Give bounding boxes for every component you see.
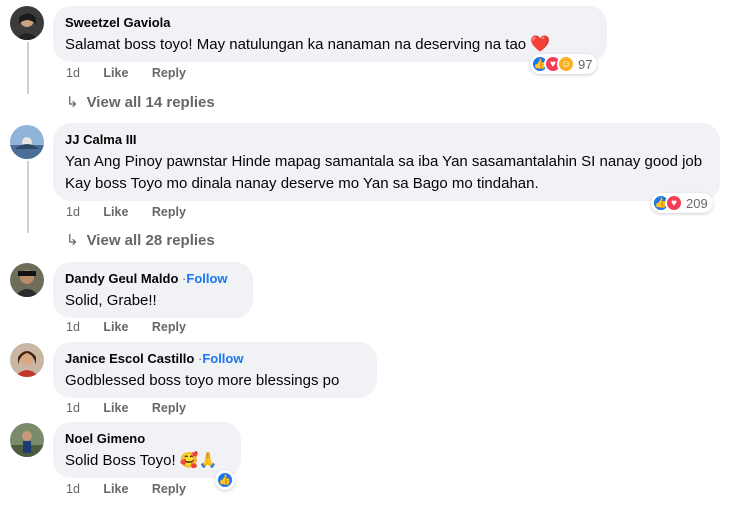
- view-replies-label: View all 14 replies: [86, 94, 215, 111]
- comment-time[interactable]: 1d: [66, 66, 80, 80]
- comment-time[interactable]: 1d: [66, 320, 80, 334]
- heart-icon: ♥: [665, 194, 683, 212]
- comment-meta: 1d Like Reply: [66, 482, 206, 496]
- comment-bubble: Janice Escol Castillo ·Follow Godblessed…: [53, 342, 377, 398]
- comment-text: Godblessed boss toyo more blessings po: [65, 372, 340, 389]
- comment-bubble: Dandy Geul Maldo ·Follow Solid, Grabe!!: [53, 262, 253, 318]
- avatar[interactable]: [10, 125, 44, 159]
- like-button[interactable]: Like: [103, 205, 128, 219]
- care-icon: ☺: [557, 55, 575, 73]
- comment-author[interactable]: Janice Escol Castillo: [65, 351, 194, 366]
- reaction-count: 97: [578, 56, 593, 72]
- comment-bubble: JJ Calma III Yan Ang Pinoy pawnstar Hind…: [53, 123, 720, 201]
- comment-bubble: Noel Gimeno Solid Boss Toyo! 🥰🙏: [53, 422, 241, 478]
- reaction-summary[interactable]: 👍 ♥ ☺ 97: [530, 54, 598, 74]
- comment-bubble: Sweetzel Gaviola Salamat boss toyo! May …: [53, 6, 607, 62]
- reply-button[interactable]: Reply: [152, 320, 186, 334]
- emoji: 🥰🙏: [179, 452, 218, 469]
- comment-meta: 1d Like Reply: [66, 320, 206, 334]
- heart-emoji: ❤️: [530, 36, 551, 53]
- thread-line: [27, 42, 29, 94]
- follow-button[interactable]: Follow: [202, 351, 243, 366]
- comment-meta: 1d Like Reply: [66, 205, 206, 219]
- follow-button[interactable]: Follow: [186, 271, 227, 286]
- like-button[interactable]: Like: [103, 66, 128, 80]
- avatar[interactable]: [10, 263, 44, 297]
- reply-arrow-icon: ↳: [66, 232, 79, 249]
- comment-text-body: Salamat boss toyo! May natulungan ka nan…: [65, 36, 527, 53]
- avatar[interactable]: [10, 343, 44, 377]
- like-button[interactable]: Like: [103, 482, 128, 496]
- comment-text: Yan Ang Pinoy pawnstar Hinde mapag saman…: [65, 153, 703, 192]
- comment-time[interactable]: 1d: [66, 482, 80, 496]
- comment-author[interactable]: Sweetzel Gaviola: [65, 14, 595, 31]
- reaction-summary[interactable]: 👍 ♥ 209: [651, 193, 713, 213]
- avatar[interactable]: [10, 6, 44, 40]
- reaction-summary[interactable]: 👍: [215, 470, 235, 490]
- reply-button[interactable]: Reply: [152, 66, 186, 80]
- reply-button[interactable]: Reply: [152, 482, 186, 496]
- view-replies-link[interactable]: ↳ View all 28 replies: [66, 231, 215, 249]
- thread-line: [27, 161, 29, 233]
- reply-arrow-icon: ↳: [66, 94, 79, 111]
- like-button[interactable]: Like: [103, 320, 128, 334]
- reply-button[interactable]: Reply: [152, 401, 186, 415]
- like-button[interactable]: Like: [103, 401, 128, 415]
- comment-text: Salamat boss toyo! May natulungan ka nan…: [65, 34, 595, 56]
- thumbs-up-icon: 👍: [216, 471, 234, 489]
- comment-text: Solid Boss Toyo! 🥰🙏: [65, 450, 229, 472]
- reaction-count: 209: [686, 195, 708, 211]
- reply-button[interactable]: Reply: [152, 205, 186, 219]
- comment-meta: 1d Like Reply: [66, 401, 206, 415]
- view-replies-label: View all 28 replies: [86, 232, 215, 249]
- comment-time[interactable]: 1d: [66, 205, 80, 219]
- comment-meta: 1d Like Reply: [66, 66, 206, 80]
- comment-text: Solid, Grabe!!: [65, 292, 157, 309]
- comment-text-body: Solid Boss Toyo!: [65, 452, 176, 469]
- comment-author[interactable]: Noel Gimeno: [65, 430, 229, 447]
- comment-author-line: Janice Escol Castillo ·Follow: [65, 350, 365, 367]
- comment-author[interactable]: JJ Calma III: [65, 131, 708, 148]
- view-replies-link[interactable]: ↳ View all 14 replies: [66, 93, 215, 111]
- comment-author-line: Dandy Geul Maldo ·Follow: [65, 270, 241, 287]
- comment-time[interactable]: 1d: [66, 401, 80, 415]
- comments-feed: Sweetzel Gaviola Salamat boss toyo! May …: [0, 0, 750, 511]
- avatar[interactable]: [10, 423, 44, 457]
- comment-author[interactable]: Dandy Geul Maldo: [65, 271, 178, 286]
